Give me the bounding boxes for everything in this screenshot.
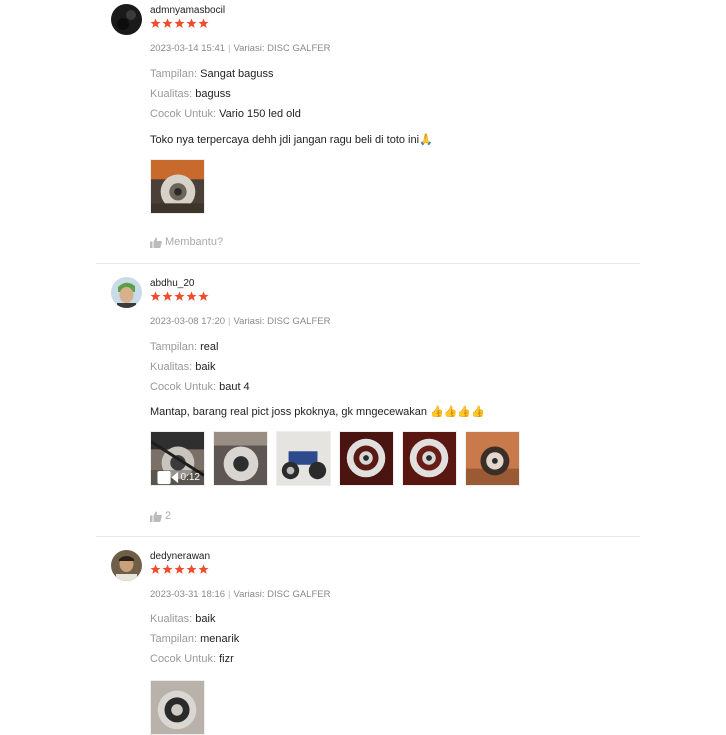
video-badge: 0:12 bbox=[151, 470, 204, 485]
variant-label: Variasi: bbox=[233, 589, 265, 600]
star-icon bbox=[186, 564, 197, 574]
review-date: 2023-03-14 15:41 bbox=[150, 43, 226, 54]
review-photo[interactable] bbox=[465, 431, 520, 486]
star-icon bbox=[198, 564, 209, 574]
review-video[interactable]: 0:12 bbox=[150, 431, 205, 486]
review-attribute: Tampilan: real bbox=[150, 341, 219, 353]
helpful-count: 2 bbox=[165, 510, 172, 522]
star-icon bbox=[150, 291, 161, 301]
star-icon bbox=[150, 564, 161, 574]
star-icon bbox=[162, 564, 173, 574]
rating-stars bbox=[150, 18, 209, 29]
variant-value: DISC GALFER bbox=[267, 589, 331, 600]
helpful-button[interactable]: 2 bbox=[150, 510, 171, 522]
star-icon bbox=[186, 291, 197, 301]
review-attribute: Kualitas: baik bbox=[150, 361, 216, 373]
variant-label: Variasi: bbox=[233, 43, 265, 54]
variant-label: Variasi: bbox=[233, 316, 265, 327]
review-comment: Toko nya terpercaya dehh jdi jangan ragu… bbox=[150, 134, 433, 146]
review-attribute: Tampilan: menarik bbox=[150, 633, 240, 645]
star-icon bbox=[162, 18, 173, 28]
star-icon bbox=[174, 18, 185, 28]
review-date: 2023-03-08 17:20 bbox=[150, 316, 226, 327]
rating-stars bbox=[150, 564, 209, 575]
review-attribute: Kualitas: baik bbox=[150, 613, 216, 625]
helpful-button[interactable]: Membantu? bbox=[150, 236, 223, 248]
helpful-label: Membantu? bbox=[165, 236, 224, 248]
divider bbox=[96, 263, 640, 264]
avatar[interactable] bbox=[111, 277, 142, 308]
review-meta: 2023-03-08 17:20 | Variasi: DISC GALFER bbox=[150, 316, 331, 327]
video-camera-icon bbox=[157, 470, 179, 485]
star-icon bbox=[162, 291, 173, 301]
review-attribute: Kualitas: baguss bbox=[150, 88, 231, 100]
thumbs-up-icon bbox=[150, 237, 162, 248]
review-item: abdhu_20 2023-03-08 17:20 | Variasi: DISC … bbox=[96, 273, 640, 535]
star-icon bbox=[198, 291, 209, 301]
username[interactable]: dedynerawan bbox=[150, 551, 210, 562]
username[interactable]: admnyamasbocil bbox=[150, 5, 225, 16]
divider bbox=[96, 536, 640, 537]
review-attribute: Cocok Untuk: baut 4 bbox=[150, 381, 250, 393]
variant-value: DISC GALFER bbox=[267, 316, 331, 327]
review-meta: 2023-03-31 18:16 | Variasi: DISC GALFER bbox=[150, 589, 331, 600]
username[interactable]: abdhu_20 bbox=[150, 278, 195, 289]
review-attribute: Tampilan: Sangat baguss bbox=[150, 68, 274, 80]
review-photo[interactable] bbox=[150, 680, 205, 735]
avatar[interactable] bbox=[111, 550, 142, 581]
star-icon bbox=[174, 564, 185, 574]
star-icon bbox=[198, 18, 209, 28]
review-attribute: Cocok Untuk: Vario 150 led old bbox=[150, 108, 301, 120]
star-icon bbox=[150, 18, 161, 28]
review-photo[interactable] bbox=[276, 431, 331, 486]
thumbs-up-icon bbox=[150, 511, 162, 522]
video-duration: 0:12 bbox=[180, 472, 200, 483]
review-photo[interactable] bbox=[150, 159, 205, 214]
review-item: admnyamasbocil 2023-03-14 15:41 | Variasi:… bbox=[96, 0, 640, 262]
star-icon bbox=[174, 291, 185, 301]
review-photo[interactable] bbox=[339, 431, 394, 486]
avatar[interactable] bbox=[111, 4, 142, 35]
review-meta: 2023-03-14 15:41 | Variasi: DISC GALFER bbox=[150, 43, 331, 54]
review-photo[interactable] bbox=[402, 431, 457, 486]
variant-value: DISC GALFER bbox=[267, 43, 331, 54]
review-attribute: Cocok Untuk: fizr bbox=[150, 653, 234, 665]
star-icon bbox=[186, 18, 197, 28]
review-photo[interactable] bbox=[213, 431, 268, 486]
review-comment: Mantap, barang real pict joss pkoknya, g… bbox=[150, 406, 485, 418]
rating-stars bbox=[150, 291, 209, 302]
review-item: dedynerawan 2023-03-31 18:16 | Variasi: DI… bbox=[96, 546, 640, 735]
review-date: 2023-03-31 18:16 bbox=[150, 589, 226, 600]
